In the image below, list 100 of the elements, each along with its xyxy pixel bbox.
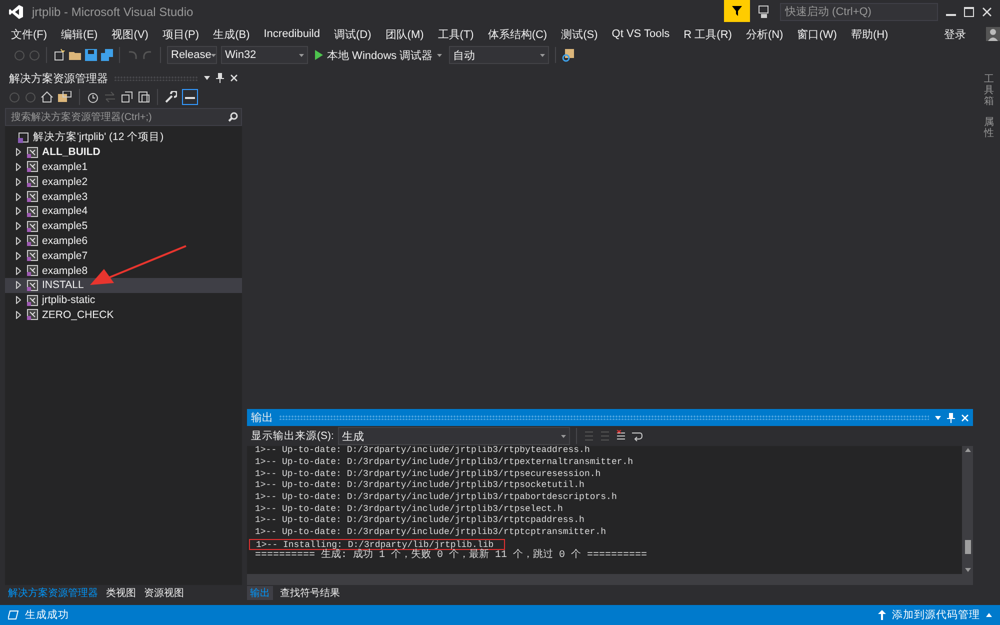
- sign-in-link[interactable]: 登录: [944, 26, 966, 42]
- clear-all-icon[interactable]: [614, 430, 627, 442]
- caret-icon: [211, 54, 216, 56]
- project-icon: [27, 220, 38, 232]
- start-debugging-button[interactable]: 本地 Windows 调试器: [312, 48, 445, 62]
- combo-value: Win32: [225, 49, 256, 61]
- save-icon[interactable]: [85, 49, 97, 61]
- show-all-files-icon[interactable]: [138, 91, 150, 103]
- menu-item[interactable]: 视图(V): [104, 26, 156, 42]
- tree-item[interactable]: ALL_BUILD: [5, 144, 242, 160]
- home-icon[interactable]: [41, 91, 53, 103]
- collapse-all-icon[interactable]: [121, 91, 133, 103]
- funnel-icon: [731, 5, 743, 17]
- search-icon: [228, 112, 238, 122]
- panel-tab[interactable]: 类视图: [103, 586, 139, 600]
- project-icon: [27, 309, 38, 320]
- panel-tab[interactable]: 资源视图: [141, 586, 187, 600]
- side-tab[interactable]: 属性: [984, 117, 994, 139]
- menu-item[interactable]: 体系结构(C): [480, 26, 554, 42]
- project-icon: [27, 265, 38, 276]
- output-line: 1>-- Up-to-date: D:/3rdparty/include/jrtplib3/rtptcptransmitter.h: [254, 526, 606, 539]
- tree-item[interactable]: ZERO_CHECK: [5, 308, 242, 322]
- project-icon: [27, 161, 38, 172]
- caret-icon[interactable]: [935, 416, 941, 420]
- caret-icon: [299, 54, 304, 56]
- close-icon[interactable]: [230, 74, 238, 82]
- scrollbar-thumb[interactable]: [964, 540, 970, 554]
- caret-icon: [540, 54, 545, 56]
- history-icon[interactable]: [87, 91, 99, 103]
- output-line: 1>-- Up-to-date: D:/3rdparty/include/jrtplib3/rtpabortdescriptors.h: [254, 492, 617, 504]
- find-in-files-icon[interactable]: [562, 48, 576, 62]
- panel-tab[interactable]: 查找符号结果: [277, 586, 343, 600]
- caret-icon: [560, 434, 566, 438]
- horizontal-scrollbar[interactable]: [247, 574, 973, 585]
- tree-item[interactable]: example6: [5, 234, 242, 248]
- wrench-icon[interactable]: [165, 91, 177, 103]
- combo-value: 生成: [342, 430, 364, 444]
- output-source-dropdown[interactable]: 生成: [338, 427, 570, 445]
- menu-item[interactable]: 测试(S): [554, 26, 605, 42]
- source-control-button[interactable]: 添加到源代码管理: [892, 608, 980, 622]
- tree-item[interactable]: example3: [5, 189, 242, 204]
- word-wrap-icon[interactable]: [630, 430, 643, 442]
- quick-launch-field[interactable]: 快速启动 (Ctrl+Q): [780, 3, 938, 21]
- output-line: 1>-- Up-to-date: D:/3rdparty/include/jrtplib3/rtptcpaddress.h: [254, 515, 584, 527]
- tree-item[interactable]: example4: [5, 204, 242, 219]
- menu-item[interactable]: 文件(F): [4, 26, 54, 42]
- tree-item[interactable]: example2: [5, 174, 242, 190]
- tree-item[interactable]: example5: [5, 218, 242, 234]
- output-line: 1>-- Up-to-date: D:/3rdparty/include/jrtplib3/rtpsocketutil.h: [254, 480, 584, 492]
- user-icon[interactable]: [986, 27, 1000, 41]
- project-icon: [27, 250, 38, 262]
- project-icon: [27, 146, 38, 158]
- new-project-icon[interactable]: [53, 49, 65, 61]
- menu-item[interactable]: 调试(D): [327, 26, 378, 42]
- switch-views-icon[interactable]: [58, 91, 72, 103]
- menu-item[interactable]: R 工具(R): [676, 26, 739, 42]
- menu-item[interactable]: 编辑(E): [54, 26, 105, 42]
- menu-item[interactable]: 生成(B): [206, 26, 257, 42]
- menu-item[interactable]: 窗口(W): [790, 26, 844, 42]
- solution-label[interactable]: 解决方案'jrtplib' (12 个项目): [33, 130, 164, 144]
- tree-item[interactable]: INSTALL: [5, 278, 242, 293]
- menu-item[interactable]: Incredibuild: [256, 28, 327, 40]
- panel-tab[interactable]: 解决方案资源管理器: [5, 586, 101, 600]
- caret-icon[interactable]: [204, 76, 210, 80]
- folder-icon[interactable]: [69, 49, 81, 61]
- combo-value: 自动: [452, 48, 475, 62]
- preview-icon[interactable]: [182, 89, 198, 105]
- status-message: 生成成功: [25, 608, 69, 622]
- tree-item[interactable]: example1: [5, 160, 242, 174]
- vertical-scrollbar[interactable]: [962, 446, 973, 574]
- mode-dropdown[interactable]: 自动: [448, 46, 549, 64]
- close-icon[interactable]: [982, 7, 992, 17]
- project-icon: [27, 176, 38, 188]
- menu-item[interactable]: Qt VS Tools: [604, 28, 677, 40]
- configuration-dropdown[interactable]: Release: [167, 46, 217, 64]
- feedback-button[interactable]: [724, 0, 750, 22]
- caret-icon[interactable]: [986, 613, 992, 617]
- maximize-icon[interactable]: [964, 7, 974, 17]
- platform-dropdown[interactable]: Win32: [221, 46, 308, 64]
- panel-title: 解决方案资源管理器: [9, 72, 108, 86]
- project-icon: [27, 206, 38, 217]
- caret-icon: [436, 54, 442, 56]
- save-all-icon[interactable]: [101, 49, 113, 61]
- combo-value: Release: [171, 49, 212, 61]
- tree-item[interactable]: example8: [5, 263, 242, 278]
- pin-icon[interactable]: [947, 412, 955, 422]
- tree-item[interactable]: jrtplib-static: [5, 292, 242, 308]
- menu-item[interactable]: 项目(P): [155, 26, 206, 42]
- tree-item[interactable]: example7: [5, 248, 242, 264]
- output-line: 1>-- Up-to-date: D:/3rdparty/include/jrtplib3/rtpselect.h: [254, 504, 563, 516]
- menu-item[interactable]: 帮助(H): [844, 26, 896, 42]
- panel-title: 输出: [251, 411, 273, 425]
- search-field[interactable]: 搜索解决方案资源管理器(Ctrl+;): [5, 108, 242, 126]
- pin-icon[interactable]: [216, 73, 224, 83]
- side-tab[interactable]: 工具箱: [984, 74, 994, 107]
- output-line: 1>-- Up-to-date: D:/3rdparty/include/jrtplib3/rtpexternaltransmitter.h: [254, 456, 634, 468]
- menu-item[interactable]: 工具(T): [430, 26, 481, 42]
- source-label: 显示输出来源(S):: [251, 429, 334, 443]
- menu-item[interactable]: 分析(N): [738, 26, 790, 42]
- menu-item[interactable]: 团队(M): [378, 26, 431, 42]
